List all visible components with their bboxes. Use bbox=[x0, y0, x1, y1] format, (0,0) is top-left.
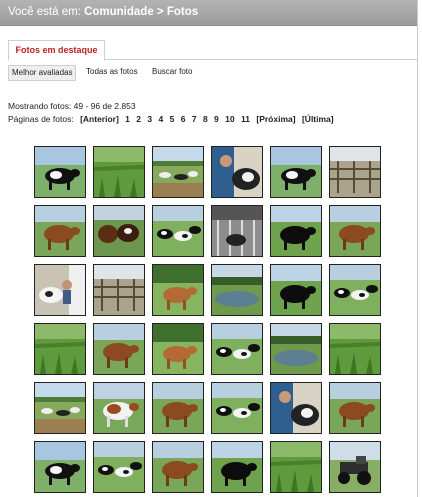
subtab-best-rated[interactable]: Melhor avaliadas bbox=[8, 65, 77, 81]
photo-thumbnail[interactable] bbox=[329, 441, 381, 493]
pagination: Páginas de fotos: [Anterior] 1 2 3 4 5 6… bbox=[8, 114, 338, 124]
photo-thumbnail[interactable] bbox=[152, 205, 204, 257]
tab-featured-photos[interactable]: Fotos em destaque bbox=[8, 40, 105, 61]
photo-thumbnail[interactable] bbox=[270, 441, 322, 493]
photo-thumbnail[interactable] bbox=[270, 146, 322, 198]
photo-thumbnail[interactable] bbox=[211, 146, 263, 198]
photo-thumbnail[interactable] bbox=[211, 441, 263, 493]
page-last-link[interactable]: [Última] bbox=[302, 114, 334, 124]
photo-thumbnail[interactable] bbox=[329, 323, 381, 375]
page-link[interactable]: 3 bbox=[147, 114, 152, 124]
subtab-all-photos[interactable]: Todas as fotos bbox=[86, 65, 138, 79]
photo-thumbnail[interactable] bbox=[270, 382, 322, 434]
photo-thumbnail[interactable] bbox=[93, 205, 145, 257]
page-frame: Você está em: Comunidade > Fotos Fotos e… bbox=[0, 0, 418, 497]
photo-thumbnail[interactable] bbox=[211, 382, 263, 434]
subtab-search-photo[interactable]: Buscar foto bbox=[152, 65, 192, 79]
page-link[interactable]: 5 bbox=[170, 114, 175, 124]
page-link[interactable]: 1 bbox=[125, 114, 130, 124]
photo-thumbnail[interactable] bbox=[93, 382, 145, 434]
photo-thumbnail[interactable] bbox=[211, 323, 263, 375]
photo-thumbnail[interactable] bbox=[211, 205, 263, 257]
photo-thumbnail[interactable] bbox=[270, 205, 322, 257]
page-link[interactable]: 2 bbox=[136, 114, 141, 124]
page-link[interactable]: 4 bbox=[159, 114, 164, 124]
photo-thumbnail[interactable] bbox=[152, 146, 204, 198]
photo-thumbnail[interactable] bbox=[329, 146, 381, 198]
page-link[interactable]: 8 bbox=[203, 114, 208, 124]
page-link[interactable]: 6 bbox=[181, 114, 186, 124]
photo-thumbnail[interactable] bbox=[152, 323, 204, 375]
photo-thumbnail[interactable] bbox=[152, 441, 204, 493]
showing-count: Mostrando fotos: 49 - 96 de 2.853 bbox=[8, 101, 136, 111]
pages-label: Páginas de fotos: bbox=[8, 114, 74, 124]
page-link[interactable]: 10 bbox=[225, 114, 234, 124]
photo-thumbnail[interactable] bbox=[152, 382, 204, 434]
header-bar: Você está em: Comunidade > Fotos bbox=[0, 0, 417, 26]
photo-thumbnail[interactable] bbox=[93, 323, 145, 375]
photo-thumbnail[interactable] bbox=[34, 264, 86, 316]
page-link[interactable]: 9 bbox=[214, 114, 219, 124]
photo-thumbnail[interactable] bbox=[152, 264, 204, 316]
photo-thumbnail[interactable] bbox=[329, 382, 381, 434]
photo-thumbnail[interactable] bbox=[93, 441, 145, 493]
page-next-link[interactable]: [Próxima] bbox=[256, 114, 295, 124]
page-link[interactable]: 7 bbox=[192, 114, 197, 124]
photo-thumbnail[interactable] bbox=[34, 323, 86, 375]
breadcrumb-current: Fotos bbox=[166, 6, 199, 18]
breadcrumb-prefix: Você está em: bbox=[8, 6, 81, 18]
page-prev-link[interactable]: [Anterior] bbox=[80, 114, 119, 124]
photo-thumbnail[interactable] bbox=[329, 205, 381, 257]
photo-thumbnail[interactable] bbox=[270, 323, 322, 375]
breadcrumb: Você está em: Comunidade > Fotos bbox=[8, 6, 198, 18]
photo-thumbnail[interactable] bbox=[211, 264, 263, 316]
photo-thumbnail[interactable] bbox=[329, 264, 381, 316]
page-link[interactable]: 11 bbox=[241, 114, 250, 124]
photo-thumbnail[interactable] bbox=[93, 146, 145, 198]
photo-thumbnail[interactable] bbox=[34, 146, 86, 198]
photo-thumbnail[interactable] bbox=[34, 205, 86, 257]
photo-thumbnail[interactable] bbox=[34, 382, 86, 434]
breadcrumb-separator: > bbox=[156, 6, 164, 18]
breadcrumb-section-link[interactable]: Comunidade bbox=[84, 6, 154, 18]
photo-thumbnail[interactable] bbox=[34, 441, 86, 493]
photo-thumbnail[interactable] bbox=[270, 264, 322, 316]
photo-thumbnail[interactable] bbox=[93, 264, 145, 316]
